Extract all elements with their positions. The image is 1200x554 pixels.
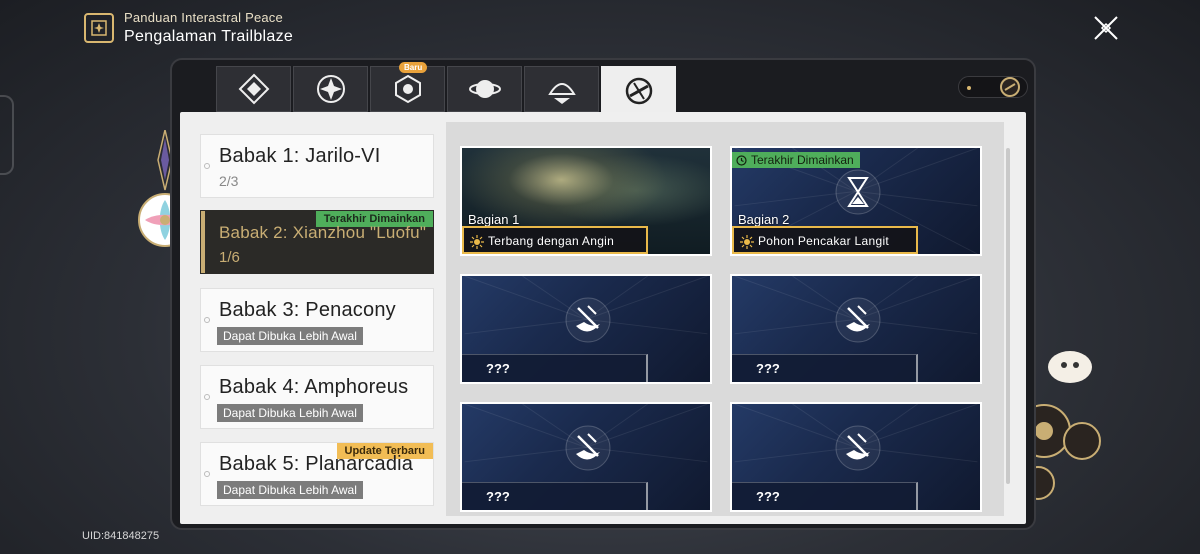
chapter-title: Babak 2: Xianzhou "Luofu" [219,223,427,242]
part-card-5[interactable]: ??? [460,402,712,512]
chapter-1[interactable]: Babak 1: Jarilo-VI 2/3 [200,134,434,198]
unlock-early-label: Dapat Dibuka Lebih Awal [217,327,363,345]
part-card-4[interactable]: ??? [730,274,982,384]
radio-indicator [204,163,210,169]
close-icon [1094,16,1118,40]
tab-diamond[interactable] [216,66,291,112]
part-card-3[interactable]: ??? [460,274,712,384]
tab-emblem[interactable]: Baru [370,62,445,112]
part-title-bar: Terbang dengan Angin [462,226,648,254]
locked-emblem-icon [565,297,611,343]
chapter-3[interactable]: Babak 3: Penacony Dapat Dibuka Lebih Awa… [200,288,434,352]
last-played-text: Terakhir Dimainkan [751,153,854,167]
chapter-progress: 1/6 [219,249,240,266]
chapter-4[interactable]: Babak 4: Amphoreus Dapat Dibuka Lebih Aw… [200,365,434,429]
part-card-1[interactable]: Bagian 1 Terbang dengan Angin [460,146,712,256]
radio-indicator [204,317,210,323]
part-title: Pohon Pencakar Langit [758,234,890,248]
part-number: Bagian 2 [738,212,790,227]
shell-icon [547,83,576,104]
trailblaze-icon [625,77,652,105]
chapter-title: Babak 3: Penacony [219,299,396,321]
compass-star-icon [316,75,345,103]
part-title-bar: ??? [732,354,918,382]
part-title: ??? [756,361,780,376]
sun-icon [470,235,484,249]
part-title: ??? [756,489,780,504]
page-title: Pengalaman Trailblaze [124,28,294,45]
tab-shell[interactable] [524,66,599,112]
close-button[interactable] [1092,14,1120,42]
chapter-title: Babak 5: Planarcadia [219,453,414,475]
chapter-title: Babak 4: Amphoreus [219,376,409,398]
pill-dot [967,86,971,90]
hourglass-icon [835,169,881,215]
part-title: ??? [486,361,510,376]
radio-indicator [204,394,210,400]
parts-grid: Bagian 1 Terbang dengan Angin Terakhir D… [446,122,1004,516]
side-edge-decoration [0,95,14,175]
locked-emblem-icon [835,297,881,343]
part-number: Bagian 1 [468,212,520,227]
part-title: Terbang dengan Angin [488,234,615,248]
unlock-early-label: Dapat Dibuka Lebih Awal [217,404,363,422]
locked-emblem-icon [835,425,881,471]
content-area: Babak 1: Jarilo-VI 2/3 Terakhir Dimainka… [180,112,1026,524]
sun-icon [740,235,754,249]
part-title: ??? [486,489,510,504]
radio-indicator [204,471,210,477]
currency-pill[interactable] [958,76,1028,98]
chapter-5[interactable]: Update Terbaru Babak 5: Planarcadia Dapa… [200,442,434,506]
part-title-bar: Pohon Pencakar Langit [732,226,918,254]
locked-emblem-icon [565,425,611,471]
diamond-tiles-icon [238,73,269,105]
trailblaze-emblem-icon [1000,77,1020,97]
planet-icon [468,80,501,98]
tab-trailblaze[interactable] [601,66,676,116]
chapter-progress: 2/3 [219,173,239,189]
part-card-6[interactable]: ??? [730,402,982,512]
tab-planet[interactable] [447,66,522,112]
grid-scrollbar[interactable] [1006,148,1010,484]
new-badge: Baru [399,62,428,73]
app-header: Panduan Interastral Peace Pengalaman Tra… [84,10,293,46]
category-tabs: Baru [216,62,676,116]
part-title-bar: ??? [462,482,648,510]
chapter-title: Babak 1: Jarilo-VI [219,145,381,167]
part-title-bar: ??? [462,354,648,382]
header-subtitle: Panduan Interastral Peace [124,10,283,25]
guide-book-icon [84,13,114,43]
part-card-2[interactable]: Terakhir Dimainkan Bagian 2 Pohon Pencak… [730,146,982,256]
uid-label: UID:841848275 [82,530,160,542]
chapter-2[interactable]: Terakhir Dimainkan Babak 2: Xianzhou "Lu… [200,210,434,274]
tab-compass[interactable] [293,66,368,112]
part-title-bar: ??? [732,482,918,510]
clock-icon [736,154,747,166]
unlock-early-label: Dapat Dibuka Lebih Awal [217,481,363,499]
main-panel: Baru Babak 1: Jarilo-VI 2/3 Terakhir Dim… [170,58,1036,530]
emblem-icon [394,74,421,104]
